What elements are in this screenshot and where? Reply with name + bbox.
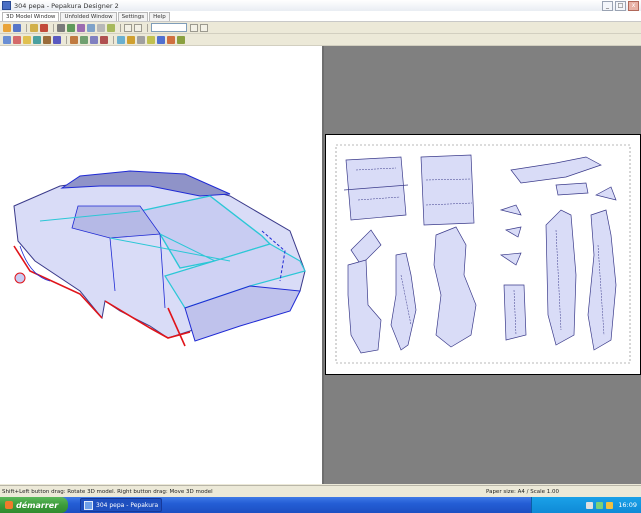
paper-sheet[interactable] [325,134,641,375]
status-bar: Shift+Left button drag: Rotate 3D model.… [0,485,641,497]
line-style-icon[interactable] [157,35,165,44]
select-icon[interactable] [3,35,11,44]
undo-icon[interactable] [40,23,48,32]
start-label: démarrer [16,500,59,510]
flap-icon[interactable] [134,23,142,32]
window-title: 304 pepa - Pepakura Designer 2 [14,1,119,10]
window-controls: _ □ x [602,1,639,11]
rotate-part-icon[interactable] [80,35,88,44]
taskbar: démarrer 304 pepa - Pepakura 16:09 [0,497,641,513]
toolbar-separator [66,35,67,44]
flip-icon[interactable] [90,35,98,44]
zoom-icon[interactable] [67,23,75,32]
toolbar-separator [53,23,54,32]
network-icon[interactable] [596,501,604,509]
security-icon[interactable] [606,501,614,509]
show-edges-icon[interactable] [117,35,125,44]
volume-icon[interactable] [586,501,594,509]
close-button[interactable]: x [628,1,639,11]
taskbar-window-label: 304 pepa - Pepakura [96,501,159,509]
join-icon[interactable] [107,23,115,32]
settings-icon[interactable] [190,23,198,32]
unfolded-view[interactable] [324,46,641,484]
toolbar-separator [120,23,121,32]
tab-settings[interactable]: Settings [117,12,149,21]
toolbar-separator [26,23,27,32]
rotate-icon[interactable] [57,23,65,32]
show-numbers-icon[interactable] [137,35,145,44]
windows-logo-icon [5,501,13,509]
unfolded-parts[interactable] [326,135,640,374]
show-flaps-icon[interactable] [127,35,135,44]
3d-model-view[interactable] [0,46,324,484]
clock[interactable]: 16:09 [618,501,637,509]
start-button[interactable]: démarrer [0,497,68,513]
taskbar-window-button[interactable]: 304 pepa - Pepakura [80,498,162,512]
minimize-button[interactable]: _ [602,1,613,11]
print-icon[interactable] [30,23,38,32]
toolbar-separator [113,35,114,44]
maximize-button[interactable]: □ [615,1,626,11]
app-icon [84,500,93,510]
open-icon[interactable] [3,23,11,32]
layout-icon[interactable] [177,35,185,44]
tab-3d-model-window[interactable]: 3D Model Window [2,12,60,21]
toolbar-edit [0,34,641,46]
texture-icon[interactable] [87,23,95,32]
color-icon[interactable] [167,35,175,44]
pencil-icon[interactable] [13,35,21,44]
cut-icon[interactable] [97,23,105,32]
show-texture-icon[interactable] [147,35,155,44]
brush-icon[interactable] [23,35,31,44]
glue-icon[interactable] [43,35,51,44]
system-tray: 16:09 [531,497,641,513]
save-icon[interactable] [13,23,21,32]
car-3d-model[interactable] [0,46,322,484]
tab-help[interactable]: Help [149,12,170,21]
move-icon[interactable] [124,23,132,32]
tab-unfolded-window[interactable]: Unfolded Window [60,12,117,21]
app-icon[interactable] [2,1,11,10]
edge-icon[interactable] [77,23,85,32]
fold-icon[interactable] [33,35,41,44]
scale-combo[interactable] [151,23,187,32]
toolbar-separator [147,23,148,32]
arrange-icon[interactable] [70,35,78,44]
status-hint: Shift+Left button drag: Rotate 3D model.… [2,488,213,495]
delete-icon[interactable] [100,35,108,44]
text-icon[interactable] [53,35,61,44]
menu-tabs: 3D Model Window Unfolded Window Settings… [0,11,641,22]
chevron-down-icon[interactable] [200,23,208,32]
status-paper-info: Paper size: A4 / Scale 1.00 [486,488,559,495]
toolbar-main [0,22,641,34]
